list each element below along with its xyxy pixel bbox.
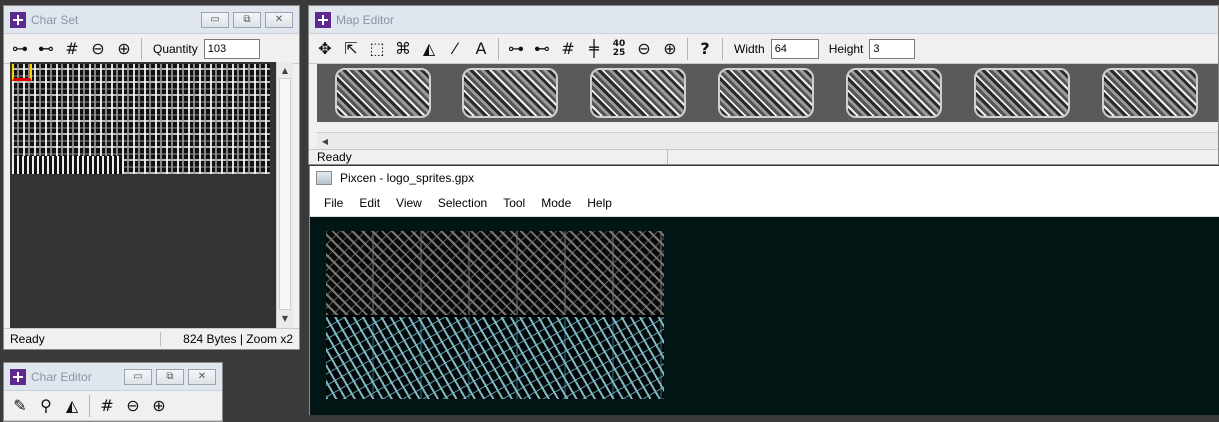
- toolbar-divider: [498, 37, 499, 60]
- scroll-left-icon[interactable]: ◀: [317, 134, 333, 150]
- pixcen-title: Pixcen - logo_sprites.gpx: [340, 171, 475, 185]
- move-icon[interactable]: ✥: [313, 37, 337, 61]
- toolbar-divider: [141, 37, 142, 60]
- menu-mode[interactable]: Mode: [541, 196, 571, 210]
- char-editor-title: Char Editor: [31, 369, 92, 384]
- char-set-title: Char Set: [31, 12, 79, 27]
- map-editor-toolbar: ✥ ⇱ ⬚ ⌘ ◭ ⁄ A ⊶ ⊷ # ╪ 40 25 ⊖ ⊕ ? Width …: [309, 34, 1218, 64]
- menu-file[interactable]: File: [324, 196, 343, 210]
- zoom-in-icon[interactable]: ⊕: [112, 37, 136, 61]
- map-editor-statusbar: Ready: [309, 149, 1218, 164]
- char-set-pixels-tail: [12, 156, 124, 174]
- zoom-out-icon[interactable]: ⊖: [121, 394, 145, 418]
- toolbar-divider: [722, 37, 723, 60]
- map-tile: [1102, 68, 1198, 118]
- menu-edit[interactable]: Edit: [359, 196, 380, 210]
- map-tile: [462, 68, 558, 118]
- char-editor-window: Char Editor ▭ ⧉ ✕ ✎ ⚲ ◭ # ⊖ ⊕: [3, 362, 223, 422]
- minimize-button[interactable]: ▭: [201, 11, 229, 28]
- grid-icon[interactable]: #: [556, 37, 580, 61]
- select-tile-icon[interactable]: ⬚: [365, 37, 389, 61]
- flip-horizontal-icon[interactable]: ⊶: [8, 37, 32, 61]
- height-field[interactable]: [869, 38, 916, 59]
- zoom-out-icon[interactable]: ⊖: [632, 37, 656, 61]
- fill-bucket-icon[interactable]: ◭: [60, 394, 84, 418]
- flip-vertical-icon[interactable]: ⊷: [34, 37, 58, 61]
- pencil-icon[interactable]: ✎: [8, 394, 32, 418]
- height-label: Height: [828, 41, 864, 56]
- flip-vertical-icon[interactable]: ⊷: [530, 37, 554, 61]
- zoom-in-icon[interactable]: ⊕: [658, 37, 682, 61]
- map-tile: [718, 68, 814, 118]
- flip-horizontal-icon[interactable]: ⊶: [504, 37, 528, 61]
- help-icon[interactable]: ?: [693, 37, 717, 61]
- status-text: Ready: [309, 150, 668, 164]
- select-arrow-icon[interactable]: ⇱: [339, 37, 363, 61]
- pixcen-canvas[interactable]: [326, 231, 664, 399]
- sprite-sheet-cyan: [326, 317, 664, 399]
- toolbar-divider: [687, 37, 688, 60]
- map-editor-titlebar[interactable]: Map Editor: [309, 6, 1218, 34]
- stamp-icon[interactable]: ⌘: [391, 37, 415, 61]
- menu-help[interactable]: Help: [587, 196, 612, 210]
- char-set-scrollbar[interactable]: ▲ ▼: [276, 62, 293, 328]
- text-tool-icon[interactable]: A: [469, 37, 493, 61]
- close-button[interactable]: ✕: [265, 11, 293, 28]
- minimize-button[interactable]: ▭: [124, 368, 152, 385]
- ruler-icon[interactable]: 40 25: [608, 37, 630, 61]
- quantity-field[interactable]: [203, 38, 260, 59]
- scroll-thumb[interactable]: [279, 78, 291, 310]
- pixcen-menubar: File Edit View Selection Tool Mode Help: [310, 190, 1219, 217]
- map-editor-title: Map Editor: [336, 12, 395, 27]
- color-picker-icon[interactable]: ⁄: [443, 37, 467, 61]
- color-picker-icon[interactable]: ⚲: [34, 394, 58, 418]
- char-set-toolbar: ⊶ ⊷ # ⊖ ⊕ Quantity: [4, 34, 299, 64]
- char-set-statusbar: Ready 824 Bytes | Zoom x2: [4, 328, 299, 349]
- scroll-down-icon[interactable]: ▼: [277, 310, 293, 326]
- char-editor-titlebar[interactable]: Char Editor ▭ ⧉ ✕: [4, 363, 222, 391]
- app-icon: [10, 11, 26, 28]
- zoom-in-icon[interactable]: ⊕: [147, 394, 171, 418]
- selection-marker: [12, 64, 32, 81]
- char-set-window: Char Set ▭ ⧉ ✕ ⊶ ⊷ # ⊖ ⊕ Quantity ▲ ▼ Re…: [3, 5, 300, 350]
- fill-bucket-icon[interactable]: ◭: [417, 37, 441, 61]
- grid-icon[interactable]: #: [60, 37, 84, 61]
- sprite-sheet-gray: [326, 231, 664, 315]
- zoom-out-icon[interactable]: ⊖: [86, 37, 110, 61]
- width-field[interactable]: [770, 38, 819, 59]
- close-button[interactable]: ✕: [188, 368, 216, 385]
- restore-button[interactable]: ⧉: [156, 368, 184, 385]
- pixcen-window: Pixcen - logo_sprites.gpx File Edit View…: [309, 166, 1219, 415]
- menu-selection[interactable]: Selection: [438, 196, 487, 210]
- quantity-label: Quantity: [153, 41, 198, 56]
- map-canvas[interactable]: [317, 64, 1218, 122]
- map-tile: [590, 68, 686, 118]
- grid-icon[interactable]: #: [95, 394, 119, 418]
- restore-button[interactable]: ⧉: [233, 11, 261, 28]
- app-icon: [10, 368, 26, 385]
- map-tile: [335, 68, 431, 118]
- map-tile: [974, 68, 1070, 118]
- menu-view[interactable]: View: [396, 196, 422, 210]
- toolbar-divider: [89, 394, 90, 417]
- map-editor-window: Map Editor ✥ ⇱ ⬚ ⌘ ◭ ⁄ A ⊶ ⊷ # ╪ 40 25 ⊖…: [308, 5, 1219, 165]
- map-tile: [846, 68, 942, 118]
- status-text: Ready: [4, 332, 161, 346]
- status-info: 824 Bytes | Zoom x2: [183, 332, 293, 346]
- scroll-up-icon[interactable]: ▲: [277, 62, 293, 78]
- pixcen-titlebar[interactable]: Pixcen - logo_sprites.gpx: [310, 166, 1219, 190]
- pixcen-app-icon: [316, 171, 332, 185]
- app-icon: [315, 11, 331, 28]
- char-set-canvas[interactable]: [10, 62, 282, 328]
- menu-tool[interactable]: Tool: [503, 196, 525, 210]
- char-set-titlebar[interactable]: Char Set ▭ ⧉ ✕: [4, 6, 299, 34]
- guide-icon[interactable]: ╪: [582, 37, 606, 61]
- map-scrollbar[interactable]: ◀: [317, 132, 1218, 150]
- width-label: Width: [734, 41, 765, 56]
- char-editor-toolbar: ✎ ⚲ ◭ # ⊖ ⊕: [4, 391, 222, 421]
